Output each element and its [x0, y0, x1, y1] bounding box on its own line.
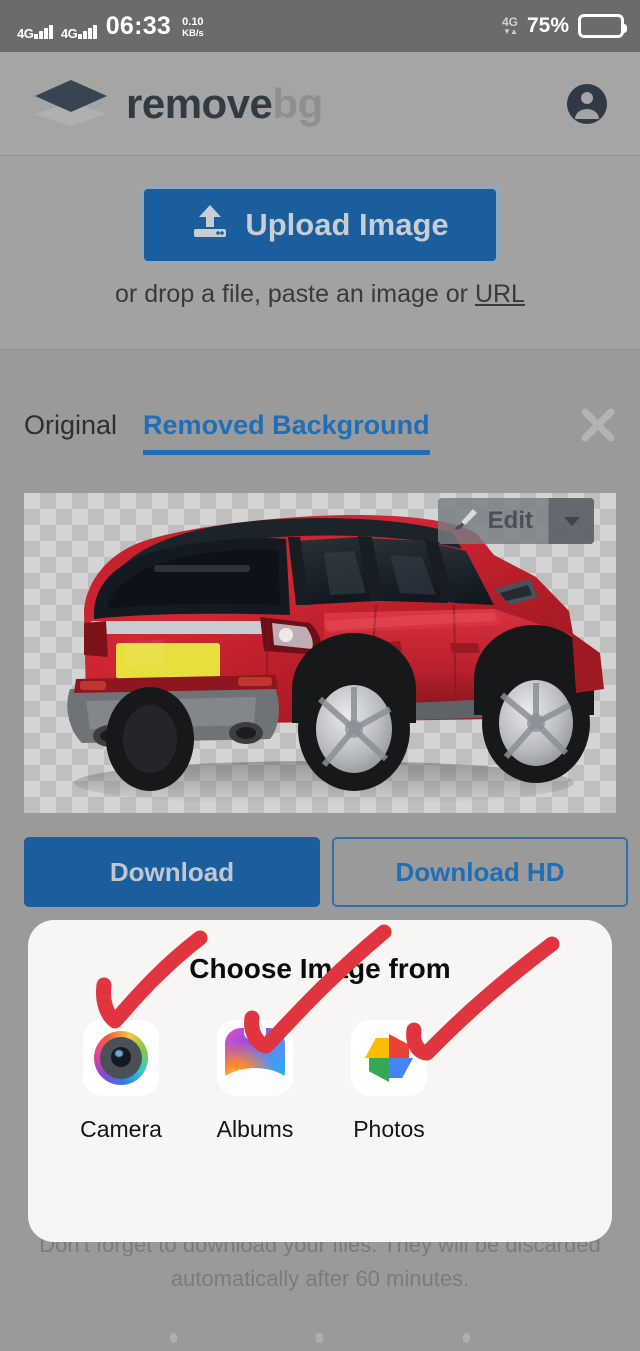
network-speed: 0.10 KB/s	[182, 15, 204, 39]
sim2-signal-icon: 4G	[60, 24, 97, 41]
sim2-bars-icon	[78, 24, 97, 39]
sheet-item-camera[interactable]: Camera	[80, 1020, 162, 1143]
result-section: Original Removed Background Edit Downloa…	[0, 383, 640, 923]
sim1-signal-icon: 4G	[16, 24, 53, 41]
brand-name: removebg	[126, 80, 323, 128]
google-photos-app-icon	[351, 1020, 427, 1096]
choose-image-sheet: Choose Image from Camera Albums Photos	[28, 920, 612, 1242]
brand-name-secondary: bg	[272, 79, 323, 127]
status-bar-right: 4G ▼▲ 75%	[502, 14, 627, 38]
retention-note-line2: automatically after 60 minutes.	[170, 1266, 470, 1291]
result-tabs: Original Removed Background	[24, 410, 430, 455]
upload-image-button[interactable]: Upload Image	[141, 186, 499, 264]
upload-icon	[191, 203, 229, 247]
camera-app-icon	[83, 1020, 159, 1096]
status-bar-clock: 06:33	[105, 11, 172, 40]
nav-dot[interactable]	[463, 1333, 471, 1343]
phone-screen: 4G 4G 06:33 0.10 KB/s 4G ▼▲ 75% removebg…	[0, 0, 640, 1351]
system-navigation-bar	[0, 1325, 640, 1351]
data-network-icon: 4G ▼▲	[502, 16, 518, 36]
battery-icon	[578, 14, 627, 38]
sheet-title: Choose Image from	[189, 953, 451, 984]
account-circle-icon[interactable]	[566, 83, 608, 125]
url-link[interactable]: URL	[475, 280, 525, 308]
brand-logo[interactable]: removebg	[32, 76, 323, 132]
sheet-item-albums[interactable]: Albums	[214, 1020, 296, 1143]
download-button[interactable]: Download	[24, 837, 320, 907]
status-bar: 4G 4G 06:33 0.10 KB/s 4G ▼▲ 75%	[0, 0, 640, 52]
layers-logo-icon	[32, 76, 110, 132]
upload-image-label: Upload Image	[245, 207, 449, 242]
tab-original[interactable]: Original	[24, 410, 117, 450]
battery-percent: 75%	[526, 14, 569, 37]
data-transfer-arrows-icon: ▼▲	[503, 27, 518, 36]
brand-name-primary: remove	[126, 79, 273, 127]
tab-removed-background[interactable]: Removed Background	[143, 410, 430, 455]
app-header: removebg	[0, 52, 640, 156]
sheet-source-list: Camera Albums Photos	[80, 1020, 430, 1143]
albums-app-icon	[217, 1020, 293, 1096]
status-bar-left: 4G 4G 06:33 0.10 KB/s	[16, 11, 204, 41]
nav-dot[interactable]	[316, 1333, 324, 1343]
edit-button[interactable]: Edit	[437, 498, 594, 544]
edit-button-label: Edit	[487, 507, 533, 534]
sim1-bars-icon	[34, 24, 53, 39]
download-buttons: Download Download HD	[24, 837, 628, 907]
sim2-network-label: 4G	[60, 25, 78, 41]
upload-hint: or drop a file, paste an image or URL	[0, 280, 640, 309]
download-hd-button[interactable]: Download HD	[332, 837, 628, 907]
network-speed-value: 0.10	[182, 15, 204, 28]
sheet-item-albums-label: Albums	[216, 1116, 294, 1142]
network-speed-unit: KB/s	[182, 27, 204, 39]
sim1-network-label: 4G	[17, 25, 34, 41]
edit-button-main[interactable]: Edit	[438, 498, 548, 544]
chevron-down-icon[interactable]	[548, 498, 594, 544]
sheet-item-photos-label: Photos	[353, 1116, 425, 1142]
brush-icon	[453, 506, 479, 537]
sheet-item-camera-label: Camera	[80, 1116, 162, 1142]
upload-hint-text: or drop a file, paste an image or	[115, 280, 475, 308]
nav-dot[interactable]	[169, 1333, 177, 1343]
sheet-item-photos[interactable]: Photos	[348, 1020, 430, 1143]
upload-section: Upload Image or drop a file, paste an im…	[0, 156, 640, 350]
close-icon[interactable]	[578, 405, 618, 445]
result-image-canvas: Edit	[24, 493, 616, 813]
